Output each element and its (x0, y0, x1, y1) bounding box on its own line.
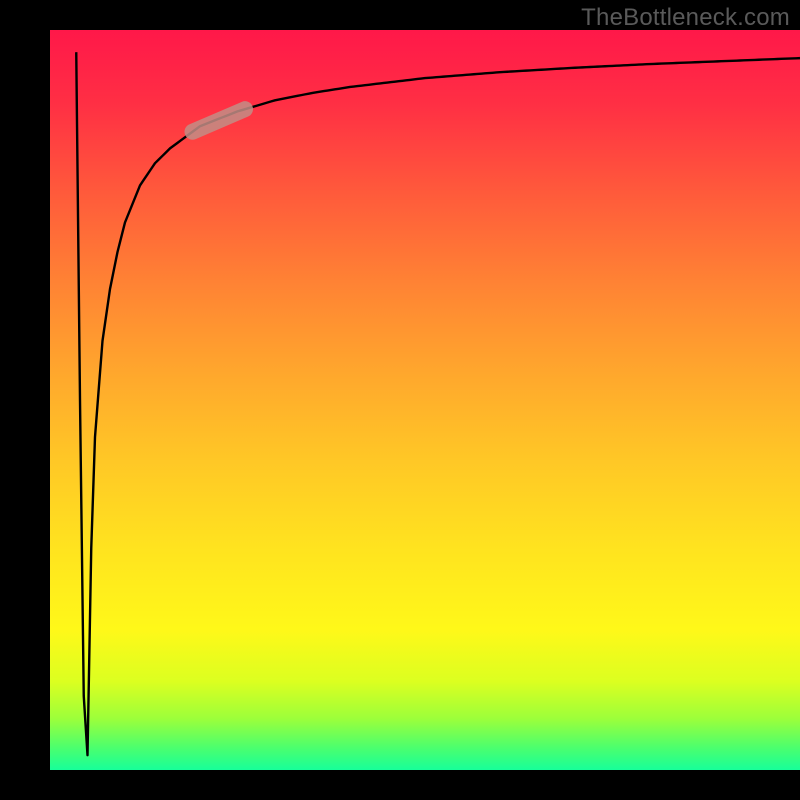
curve-layer (50, 30, 800, 770)
curve-highlight-pill (193, 109, 246, 132)
bottleneck-curve (76, 52, 800, 755)
watermark-text: TheBottleneck.com (581, 4, 790, 32)
chart-container: TheBottleneck.com (0, 0, 800, 800)
